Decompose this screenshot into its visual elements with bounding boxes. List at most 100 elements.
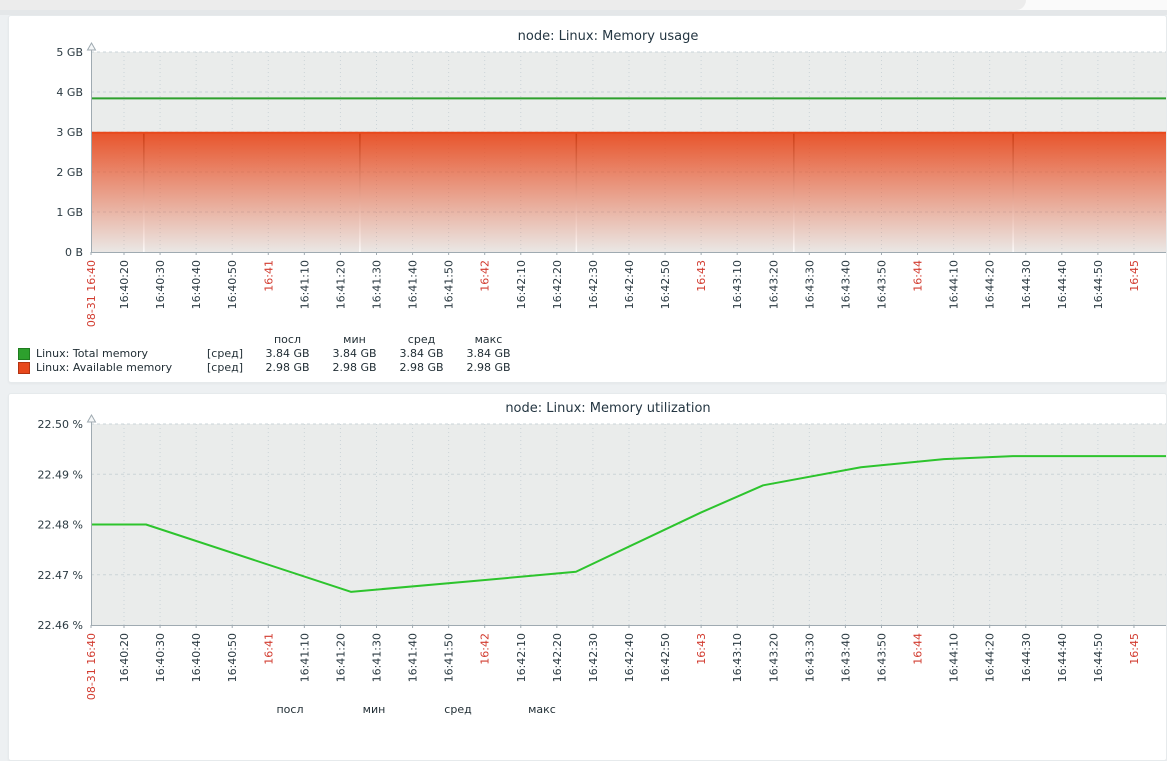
x-tick-label: 16:44:20: [984, 260, 997, 309]
x-tick-label: 16:44:40: [1056, 260, 1069, 309]
x-tick-label: 16:40:30: [154, 260, 167, 309]
y-axis-arrow-icon: [88, 43, 96, 50]
y-axis-arrow-icon: [88, 415, 96, 422]
x-tick-label: 16:40:20: [118, 633, 131, 682]
legend-value: 2.98 GB: [254, 361, 321, 375]
y-tick-label: 5 GB: [56, 46, 83, 59]
legend-value: 2.98 GB: [321, 361, 388, 375]
legend-column-header: макс: [455, 333, 522, 347]
x-tick-label: 16:41:50: [443, 633, 456, 682]
legend-fn: [сред]: [196, 347, 254, 361]
x-tick-label: 16:40:50: [226, 260, 239, 309]
x-tick-label: 16:44:30: [1020, 633, 1033, 682]
legend-row: Linux: Total memory[сред]3.84 GB3.84 GB3…: [9, 347, 522, 361]
x-tick-label: 16:42: [479, 260, 492, 292]
x-tick-label: 08-31 16:40: [85, 260, 98, 327]
y-tick-label: 0 B: [65, 246, 83, 259]
legend-row: Linux: Available memory[сред]2.98 GB2.98…: [9, 361, 522, 375]
series-gap-line: [793, 133, 795, 252]
x-tick-label: 16:41:30: [370, 633, 383, 682]
y-tick-label: 22.50 %: [38, 418, 83, 431]
legend-header-row: послминсредмакс: [9, 333, 522, 347]
legend-column-header: посл: [254, 333, 321, 347]
x-tick-label: 16:43:10: [731, 260, 744, 309]
x-tick-label: 16:44: [912, 260, 925, 292]
x-tick-label: 16:42:50: [659, 260, 672, 309]
memory-utilization-chart[interactable]: 22.50 %22.49 %22.48 %22.47 %22.46 %08-31…: [9, 394, 1167, 700]
memory-utilization-panel: 22.50 %22.49 %22.48 %22.47 %22.46 %08-31…: [8, 393, 1167, 761]
memory-utilization-legend: послминсредмакс: [9, 703, 584, 717]
legend-column-header: посл: [248, 703, 332, 717]
legend-fn: [сред]: [196, 361, 254, 375]
series-gap-line: [143, 133, 145, 252]
x-tick-label: 08-31 16:40: [85, 633, 98, 700]
legend-header-row: послминсредмакс: [9, 703, 584, 717]
x-tick-label: 16:43:30: [803, 633, 816, 682]
x-tick-label: 16:41:20: [334, 260, 347, 309]
x-tick-label: 16:40:40: [190, 633, 203, 682]
x-tick-label: 16:41:10: [298, 260, 311, 309]
x-tick-label: 16:40:30: [154, 633, 167, 682]
legend-value: 3.84 GB: [254, 347, 321, 361]
x-tick-label: 16:42:40: [623, 633, 636, 682]
series-gap-line: [1012, 133, 1014, 252]
x-tick-label: 16:42: [479, 633, 492, 665]
x-tick-label: 16:43:20: [767, 260, 780, 309]
legend-series-label: Linux: Total memory: [36, 347, 196, 361]
x-tick-label: 16:42:20: [551, 633, 564, 682]
y-tick-label: 1 GB: [56, 206, 83, 219]
x-tick-label: 16:43: [695, 633, 708, 665]
x-tick-label: 16:41:20: [334, 633, 347, 682]
legend-column-header: мин: [332, 703, 416, 717]
x-tick-label: 16:45: [1128, 633, 1141, 665]
memory-usage-panel: 5 GB4 GB3 GB2 GB1 GB0 B08-31 16:4016:40:…: [8, 15, 1167, 383]
legend-series-label: Linux: Available memory: [36, 361, 196, 375]
x-tick-label: 16:43:40: [839, 633, 852, 682]
x-tick-label: 16:40:50: [226, 633, 239, 682]
x-tick-label: 16:43:10: [731, 633, 744, 682]
series-gap-line: [576, 133, 578, 252]
x-tick-label: 16:43:50: [875, 260, 888, 309]
y-tick-label: 22.48 %: [38, 519, 83, 532]
legend-color-swatch: [18, 348, 30, 360]
x-tick-label: 16:41: [262, 260, 275, 292]
series-area: [91, 133, 1167, 252]
x-tick-label: 16:44:50: [1092, 260, 1105, 309]
x-tick-label: 16:44:40: [1056, 633, 1069, 682]
x-tick-label: 16:42:30: [587, 633, 600, 682]
top-tab-bar: [0, 0, 1167, 10]
x-tick-label: 16:42:30: [587, 260, 600, 309]
legend-value: 2.98 GB: [455, 361, 522, 375]
legend-column-header: мин: [321, 333, 388, 347]
legend-column-header: макс: [500, 703, 584, 717]
x-tick-label: 16:42:20: [551, 260, 564, 309]
legend-value: 2.98 GB: [388, 361, 455, 375]
x-tick-label: 16:43:50: [875, 633, 888, 682]
series-gap-line: [359, 133, 361, 252]
x-tick-label: 16:43: [695, 260, 708, 292]
memory-usage-legend: послминсредмаксLinux: Total memory[сред]…: [9, 333, 522, 375]
x-tick-label: 16:43:20: [767, 633, 780, 682]
top-tab: [0, 0, 1026, 10]
x-tick-label: 16:41:50: [443, 260, 456, 309]
x-tick-label: 16:41: [262, 633, 275, 665]
x-tick-label: 16:43:30: [803, 260, 816, 309]
y-tick-label: 22.46 %: [38, 619, 83, 632]
x-tick-label: 16:42:40: [623, 260, 636, 309]
legend-color-swatch: [18, 362, 30, 374]
y-tick-label: 4 GB: [56, 86, 83, 99]
x-tick-label: 16:42:10: [515, 260, 528, 309]
x-tick-label: 16:45: [1128, 260, 1141, 292]
x-tick-label: 16:40:20: [118, 260, 131, 309]
x-tick-label: 16:41:30: [370, 260, 383, 309]
x-tick-label: 16:44:10: [948, 633, 961, 682]
x-tick-label: 16:42:10: [515, 633, 528, 682]
x-tick-label: 16:42:50: [659, 633, 672, 682]
memory-usage-chart[interactable]: 5 GB4 GB3 GB2 GB1 GB0 B08-31 16:4016:40:…: [9, 16, 1167, 328]
legend-value: 3.84 GB: [455, 347, 522, 361]
legend-column-header: сред: [388, 333, 455, 347]
x-tick-label: 16:41:40: [407, 260, 420, 309]
y-tick-label: 22.47 %: [38, 569, 83, 582]
x-tick-label: 16:41:40: [407, 633, 420, 682]
x-tick-label: 16:40:40: [190, 260, 203, 309]
